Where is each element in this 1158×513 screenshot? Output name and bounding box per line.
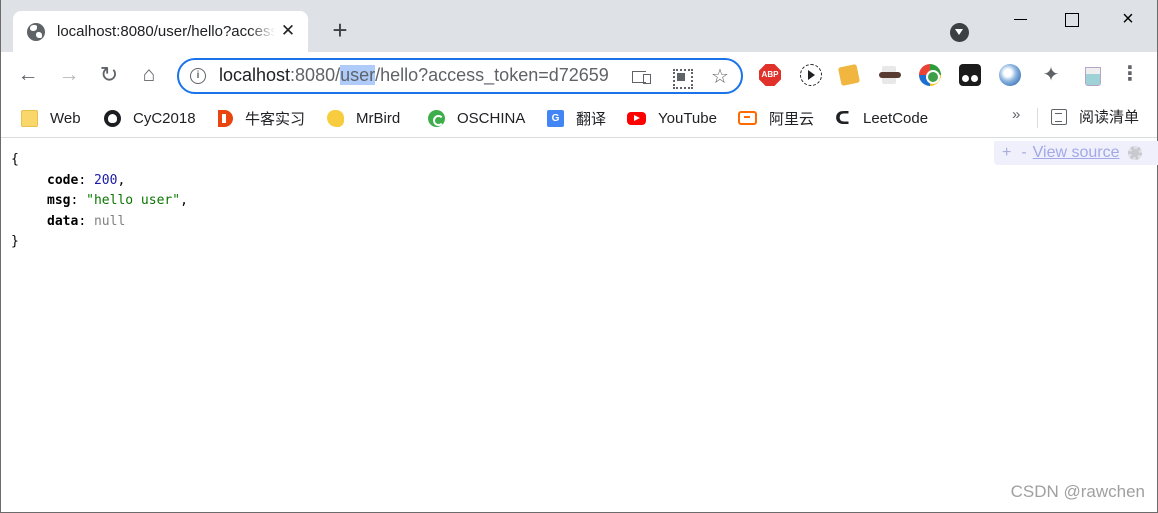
- json-viewer-toolbar: + - View source: [994, 141, 1158, 165]
- youtube-icon: [627, 111, 646, 125]
- json-key: msg: [47, 193, 71, 208]
- json-field-msg: msg: "hello user",: [11, 191, 188, 212]
- tampermonkey-icon[interactable]: [959, 64, 981, 86]
- bookmark-label: 翻译: [576, 110, 607, 128]
- new-tab-button[interactable]: +: [327, 17, 353, 44]
- qr-code-icon[interactable]: [671, 67, 693, 89]
- bookmarks-bar: Web CyC2018 牛客实习 MrBird OSCHINA G 翻译 You…: [1, 100, 1157, 138]
- cup-extension-icon[interactable]: [1081, 64, 1103, 86]
- bookmark-oschina[interactable]: OSCHINA: [428, 106, 525, 130]
- bookmark-nowcoder[interactable]: 牛客实习: [218, 106, 305, 130]
- bookmark-label: OSCHINA: [457, 109, 526, 127]
- eye-extension-icon[interactable]: [837, 63, 861, 87]
- url-host: localhost: [219, 65, 291, 85]
- json-value: 200: [93, 172, 118, 188]
- tab-close-button[interactable]: ✕: [278, 21, 298, 41]
- bookmark-translate[interactable]: G 翻译: [547, 106, 606, 130]
- video-speed-icon[interactable]: [800, 64, 822, 86]
- url-port: :8080/: [290, 65, 341, 85]
- page-content: { code: 200, msg: "hello user", data: nu…: [1, 139, 1158, 512]
- idm-icon[interactable]: [919, 64, 941, 86]
- json-comma: ,: [117, 172, 126, 188]
- bookmark-label: LeetCode: [863, 109, 929, 127]
- browser-tab[interactable]: localhost:8080/user/hello?access_token=d…: [13, 11, 308, 52]
- collapse-all-button[interactable]: -: [1021, 144, 1026, 162]
- bookmark-aliyun[interactable]: 阿里云: [738, 106, 814, 130]
- reading-list-button[interactable]: 阅读清单: [1051, 106, 1139, 127]
- adblock-plus-icon[interactable]: ABP: [759, 64, 781, 86]
- aliyun-icon: [738, 111, 757, 125]
- maximize-button[interactable]: [1057, 8, 1087, 32]
- bookmark-label: 牛客实习: [245, 110, 306, 128]
- view-source-link[interactable]: View source: [1033, 144, 1120, 162]
- bookmark-cyc2018[interactable]: CyC2018: [104, 106, 196, 130]
- leetcode-icon: ᑕ: [835, 107, 850, 128]
- puzzle-extensions-icon[interactable]: ✦: [1040, 64, 1062, 86]
- reading-list-icon: [1051, 108, 1067, 125]
- json-close-brace: }: [11, 234, 19, 249]
- bookmark-label: YouTube: [658, 109, 717, 127]
- url-text[interactable]: localhost:8080/user/hello?access_token=d…: [219, 65, 625, 86]
- json-viewer-icon[interactable]: [999, 64, 1021, 86]
- json-value: "hello user": [86, 193, 181, 208]
- json-colon: :: [78, 213, 94, 229]
- chick-icon: [327, 109, 344, 127]
- minimize-button[interactable]: [1006, 8, 1036, 32]
- bookmark-label: MrBird: [356, 109, 401, 127]
- globe-icon: [27, 22, 45, 41]
- json-key: data: [47, 213, 79, 229]
- browser-menu-icon[interactable]: ⋮: [1119, 64, 1141, 86]
- gear-icon[interactable]: [1127, 146, 1142, 160]
- json-open-brace: {: [11, 152, 19, 167]
- json-comma: ,: [180, 193, 188, 208]
- bookmark-youtube[interactable]: YouTube: [627, 106, 717, 130]
- watermark: CSDN @rawchen: [1010, 482, 1145, 501]
- bookmark-label: Web: [50, 109, 81, 127]
- json-field-data: data: null: [11, 212, 188, 233]
- github-icon: [104, 109, 121, 127]
- bookmark-web[interactable]: Web: [21, 106, 81, 130]
- json-field-code: code: 200,: [11, 171, 188, 192]
- more-bookmarks-button[interactable]: »: [1012, 106, 1020, 123]
- folder-icon: [21, 109, 38, 127]
- bookmark-label: CyC2018: [133, 109, 196, 127]
- site-info-icon[interactable]: i: [190, 68, 206, 84]
- bookmarks-divider: [1037, 108, 1038, 128]
- bookmark-leetcode[interactable]: ᑕ LeetCode: [834, 106, 928, 130]
- tab-search-icon[interactable]: [950, 23, 969, 42]
- expand-all-button[interactable]: +: [1002, 144, 1011, 162]
- bookmark-star-icon[interactable]: ☆: [710, 67, 730, 87]
- url-selection: user: [340, 65, 376, 85]
- json-colon: :: [70, 193, 87, 208]
- url-rest: /hello?access_token=d72659: [375, 65, 609, 85]
- bookmark-label: 阿里云: [769, 110, 815, 128]
- cast-icon[interactable]: [631, 67, 651, 87]
- nowcoder-icon: [218, 109, 233, 127]
- back-button[interactable]: ←: [16, 63, 40, 87]
- address-bar[interactable]: i localhost:8080/user/hello?access_token…: [177, 58, 743, 94]
- json-value: null: [93, 213, 126, 229]
- reading-list-label: 阅读清单: [1079, 109, 1140, 126]
- bookmark-mrbird[interactable]: MrBird: [327, 106, 400, 130]
- window-close-button[interactable]: ×: [1113, 8, 1143, 32]
- incognito-mask-icon[interactable]: [879, 64, 901, 86]
- title-bar: localhost:8080/user/hello?access_token=d…: [1, 0, 1157, 52]
- json-key: code: [47, 172, 79, 188]
- browser-toolbar: ← → ↻ ⌂ i localhost:8080/user/hello?acce…: [1, 52, 1157, 100]
- google-translate-icon: G: [547, 109, 564, 127]
- home-button[interactable]: ⌂: [137, 63, 161, 87]
- oschina-icon: [428, 109, 445, 127]
- json-viewer: { code: 200, msg: "hello user", data: nu…: [11, 150, 188, 253]
- reload-button[interactable]: ↻: [97, 63, 121, 87]
- forward-button[interactable]: →: [57, 63, 81, 87]
- tab-title: localhost:8080/user/hello?access_token=d…: [57, 23, 275, 40]
- json-colon: :: [78, 172, 94, 188]
